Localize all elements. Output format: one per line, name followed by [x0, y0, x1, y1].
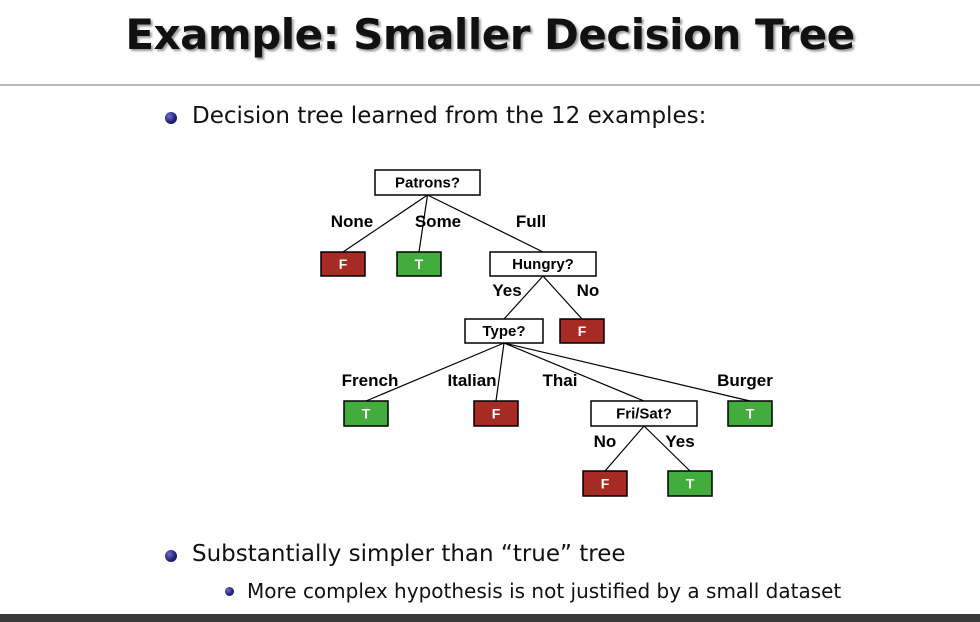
node-label-leaf-none: F	[339, 256, 348, 272]
bullet-dot-icon	[165, 550, 177, 562]
node-label-leaf-italian: F	[492, 406, 501, 422]
edge-label-yes: Yes	[492, 281, 521, 300]
node-label-hungry: Hungry?	[512, 256, 574, 273]
sub-bullet-justification: More complex hypothesis is not justified…	[225, 579, 842, 603]
node-label-leaf-frisat-no: F	[601, 476, 610, 492]
node-label-leaf-french: T	[362, 406, 371, 422]
node-label-leaf-hungry-no: F	[578, 323, 587, 339]
node-label-patrons: Patrons?	[395, 175, 460, 192]
slide: Example: Smaller Decision Tree Decision …	[0, 0, 980, 622]
sub-bullet-justification-text: More complex hypothesis is not justified…	[247, 579, 842, 603]
edge-label-full: Full	[516, 212, 546, 231]
sub-bullet-dot-icon	[225, 587, 234, 596]
edge-label-none: None	[331, 212, 374, 231]
edge-label-yes: Yes	[665, 432, 694, 451]
node-label-leaf-frisat-yes: T	[686, 476, 695, 492]
node-label-leaf-burger: T	[746, 406, 755, 422]
footer-bar	[0, 614, 980, 622]
edge-label-burger: Burger	[717, 371, 773, 390]
bullet-simpler-text: Substantially simpler than “true” tree	[192, 541, 626, 567]
node-label-frisat: Fri/Sat?	[616, 406, 672, 423]
edge-label-french: French	[342, 371, 399, 390]
edge-label-some: Some	[415, 212, 461, 231]
edge-label-no: No	[577, 281, 600, 300]
tree-edge-type-leaf-burger	[503, 342, 751, 402]
node-label-type: Type?	[482, 323, 525, 340]
bullet-simpler: Substantially simpler than “true” tree	[165, 541, 626, 567]
edge-label-no: No	[594, 432, 617, 451]
edge-label-italian: Italian	[447, 371, 496, 390]
edge-label-thai: Thai	[543, 371, 578, 390]
decision-tree-diagram: None Some Full Yes No French Italian Thai Burger…	[320, 169, 773, 497]
tree-edge-type-leaf-italian	[495, 342, 505, 402]
node-label-leaf-some: T	[415, 256, 424, 272]
